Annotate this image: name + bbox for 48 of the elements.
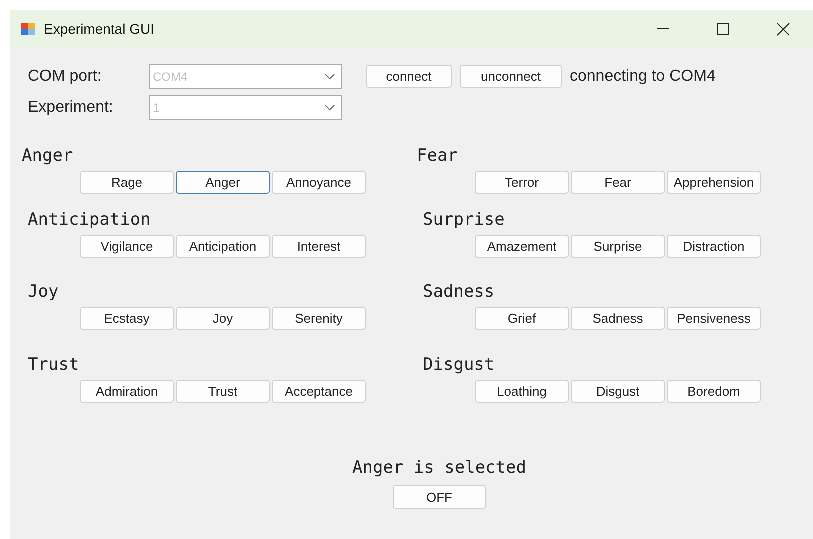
emotion-button[interactable]: Loathing: [475, 380, 569, 403]
emotion-button[interactable]: Anger: [176, 171, 270, 194]
window-title: Experimental GUI: [44, 20, 154, 39]
close-icon: [776, 22, 790, 36]
emotion-button[interactable]: Amazement: [475, 235, 569, 258]
app-icon: [20, 21, 36, 37]
emotion-button[interactable]: Annoyance: [272, 171, 366, 194]
group-title: Joy: [28, 284, 59, 301]
emotion-button[interactable]: Boredom: [667, 380, 761, 403]
emotion-button[interactable]: Trust: [176, 380, 270, 403]
connect-button[interactable]: connect: [366, 65, 452, 88]
group-title: Sadness: [423, 284, 495, 301]
emotion-button[interactable]: Disgust: [571, 380, 665, 403]
emotion-button[interactable]: Serenity: [272, 307, 366, 330]
emotion-button[interactable]: Interest: [272, 235, 366, 258]
minimize-icon: [657, 28, 669, 30]
off-button[interactable]: OFF: [393, 485, 486, 509]
field-label: Experiment:: [28, 98, 114, 118]
group-title: Surprise: [423, 212, 505, 229]
selection-status: Anger is selected: [352, 460, 526, 477]
group-title: Anticipation: [28, 212, 151, 229]
group-title: Fear: [417, 148, 458, 165]
emotion-button[interactable]: Admiration: [80, 380, 174, 403]
emotion-button[interactable]: Joy: [176, 307, 270, 330]
emotion-button[interactable]: Terror: [475, 171, 569, 194]
emotion-button[interactable]: Distraction: [667, 235, 761, 258]
group-title: Anger: [22, 148, 74, 165]
emotion-button[interactable]: Surprise: [571, 235, 665, 258]
chevron-down-icon: [325, 74, 335, 80]
emotion-button[interactable]: Fear: [571, 171, 665, 194]
chevron-down-icon: [325, 104, 335, 110]
emotion-button[interactable]: Vigilance: [80, 235, 174, 258]
unconnect-button[interactable]: unconnect: [460, 65, 562, 88]
emotion-button[interactable]: Grief: [475, 307, 569, 330]
group-title: Trust: [28, 357, 80, 374]
emotion-button[interactable]: Sadness: [571, 307, 665, 330]
field-label: COM port:: [28, 66, 103, 86]
connection-status: connecting to COM4: [570, 66, 716, 86]
maximize-icon: [717, 23, 729, 35]
emotion-button[interactable]: Apprehension: [667, 171, 761, 194]
emotion-button[interactable]: Acceptance: [272, 380, 366, 403]
group-title: Disgust: [423, 357, 495, 374]
emotion-button[interactable]: Rage: [80, 171, 174, 194]
dropdown-value: 1: [153, 100, 160, 116]
emotion-button[interactable]: Pensiveness: [667, 307, 761, 330]
emotion-button[interactable]: Anticipation: [176, 235, 270, 258]
emotion-button[interactable]: Ecstasy: [80, 307, 174, 330]
dropdown-value: COM4: [153, 68, 188, 86]
